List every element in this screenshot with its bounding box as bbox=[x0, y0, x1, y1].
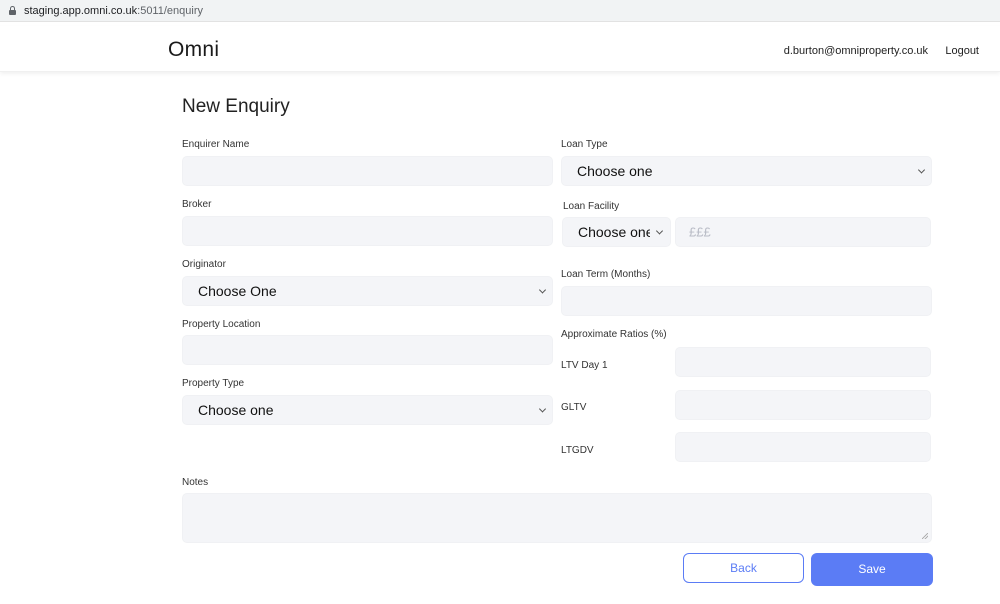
broker-input[interactable] bbox=[182, 216, 553, 246]
ltgdv-input[interactable] bbox=[675, 432, 931, 462]
url-path: :5011/enquiry bbox=[137, 5, 203, 17]
property-location-label: Property Location bbox=[182, 319, 261, 330]
chevron-down-icon bbox=[655, 227, 664, 235]
ltv-day1-input[interactable] bbox=[675, 347, 931, 377]
loan-facility-selected-value: Choose one bbox=[578, 224, 650, 240]
originator-label: Originator bbox=[182, 259, 226, 270]
notes-label: Notes bbox=[182, 477, 209, 488]
notes-textarea[interactable] bbox=[182, 493, 932, 543]
originator-select[interactable]: Choose One bbox=[182, 276, 553, 306]
gltv-input[interactable] bbox=[675, 390, 931, 420]
chevron-down-icon bbox=[538, 405, 547, 413]
loan-facility-amount-input[interactable]: £££ bbox=[675, 217, 931, 247]
property-type-selected-value: Choose one bbox=[198, 402, 274, 418]
chevron-down-icon bbox=[917, 166, 926, 174]
broker-label: Broker bbox=[182, 199, 212, 210]
page-title: New Enquiry bbox=[182, 96, 290, 117]
property-location-input[interactable] bbox=[182, 335, 553, 365]
enquirer-name-input[interactable] bbox=[182, 156, 553, 186]
user-email: d.burton@omniproperty.co.uk bbox=[783, 45, 928, 57]
brand-logo[interactable]: Omni bbox=[168, 38, 219, 62]
gltv-label: GLTV bbox=[561, 402, 587, 413]
loan-type-label: Loan Type bbox=[561, 139, 608, 150]
loan-type-selected-value: Choose one bbox=[577, 163, 653, 179]
top-navbar: Omni d.burton@omniproperty.co.uk Logout bbox=[0, 26, 1000, 72]
property-type-select[interactable]: Choose one bbox=[182, 395, 553, 425]
lock-icon bbox=[9, 6, 16, 15]
ltgdv-label: LTGDV bbox=[561, 445, 594, 456]
loan-facility-label: Loan Facility bbox=[563, 201, 620, 212]
loan-term-label: Loan Term (Months) bbox=[561, 269, 651, 280]
save-button[interactable]: Save bbox=[811, 553, 933, 586]
property-type-label: Property Type bbox=[182, 378, 245, 389]
logout-link[interactable]: Logout bbox=[945, 44, 979, 58]
loan-facility-select[interactable]: Choose one bbox=[562, 217, 671, 247]
loan-type-select[interactable]: Choose one bbox=[561, 156, 932, 186]
loan-term-input[interactable] bbox=[561, 286, 932, 316]
originator-selected-value: Choose One bbox=[198, 283, 277, 299]
ltv-day1-label: LTV Day 1 bbox=[561, 360, 608, 371]
loan-facility-amount-placeholder: £££ bbox=[689, 224, 711, 240]
resize-grip-icon[interactable] bbox=[922, 533, 928, 539]
approximate-ratios-label: Approximate Ratios (%) bbox=[561, 329, 667, 340]
back-button[interactable]: Back bbox=[683, 553, 804, 583]
url-host: staging.app.omni.co.uk bbox=[24, 5, 138, 17]
enquirer-name-label: Enquirer Name bbox=[182, 139, 250, 150]
url-text[interactable]: staging.app.omni.co.uk:5011/enquiry bbox=[24, 4, 203, 18]
chevron-down-icon bbox=[538, 286, 547, 294]
browser-url-bar[interactable]: staging.app.omni.co.uk:5011/enquiry bbox=[0, 0, 1000, 22]
